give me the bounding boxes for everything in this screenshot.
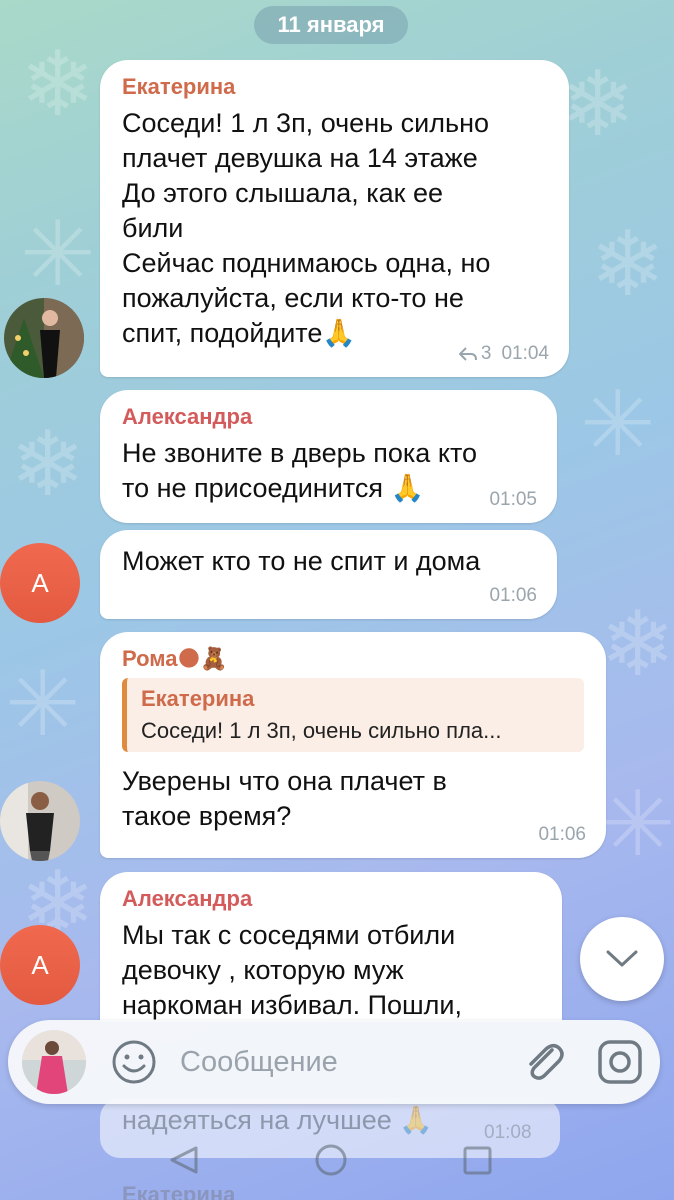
system-navigation-bar [0,1135,674,1195]
scroll-to-bottom-button[interactable] [580,917,664,1001]
message-composer [8,1020,660,1104]
reply-count[interactable]: 3 [481,343,492,365]
nav-recents-icon[interactable] [463,1146,492,1175]
message-time: 01:06 [489,585,537,606]
avatar-roma[interactable] [0,781,80,861]
chevron-down-icon [606,950,638,967]
message-meta: 3 01:04 [458,343,549,365]
avatar-photo-icon [4,298,84,378]
message-sender[interactable]: Александра [122,886,540,912]
message-sender[interactable]: Рома🌑🧸 [122,646,584,672]
message-time: 01:06 [538,824,586,845]
avatar-aleksandra[interactable]: А [0,543,80,623]
quote-text: Соседи! 1 л 3п, очень сильно пла... [141,718,502,743]
peek-message-text: надеяться на лучшее 🙏 [122,1105,433,1135]
message-bubble[interactable]: Александра Не звоните в дверь пока кто т… [100,390,557,523]
message-text: Не звоните в дверь пока кто то не присое… [122,438,478,503]
navigation-buttons [170,1144,492,1176]
avatar-photo-icon [0,781,80,861]
nav-back-icon[interactable] [170,1146,198,1174]
message-meta: 01:05 [489,489,537,511]
quote-sender: Екатерина [141,686,255,711]
message-time: 01:05 [489,489,537,510]
message-meta: 01:06 [489,585,537,607]
reply-quote[interactable]: Екатерина Соседи! 1 л 3п, очень сильно п… [122,678,584,752]
message-bubble[interactable]: Александра Мы так с соседями отбили дево… [100,872,562,1022]
camera-icon[interactable] [594,1036,646,1088]
message-text: Мы так с соседями отбили девочку , котор… [122,920,463,1020]
message-text: Соседи! 1 л 3п, очень сильно плачет деву… [122,108,491,348]
my-avatar[interactable] [22,1030,86,1094]
date-separator: 11 января [254,6,408,44]
message-bubble[interactable]: Рома🌑🧸 Екатерина Соседи! 1 л 3п, очень с… [100,632,606,858]
message-text: Уверены что она плачет в такое время? [122,766,447,831]
message-bubble[interactable]: Екатерина Соседи! 1 л 3п, очень сильно п… [100,60,569,377]
message-sender[interactable]: Александра [122,404,535,430]
nav-home-icon[interactable] [315,1144,347,1176]
message-time: 01:04 [501,343,549,364]
message-bubble[interactable]: Может кто то не спит и дома 01:06 [100,530,557,619]
message-meta: 01:06 [538,824,586,846]
attach-icon[interactable] [518,1036,570,1088]
avatar-aleksandra[interactable]: А [0,925,80,1005]
avatar-ekaterina[interactable] [4,298,84,378]
message-text: Может кто то не спит и дома [122,546,481,576]
message-input[interactable] [180,1036,480,1088]
reply-arrow-icon [458,347,477,361]
avatar-photo-icon [22,1030,86,1094]
emoji-icon[interactable] [110,1038,158,1086]
message-sender[interactable]: Екатерина [122,74,547,100]
